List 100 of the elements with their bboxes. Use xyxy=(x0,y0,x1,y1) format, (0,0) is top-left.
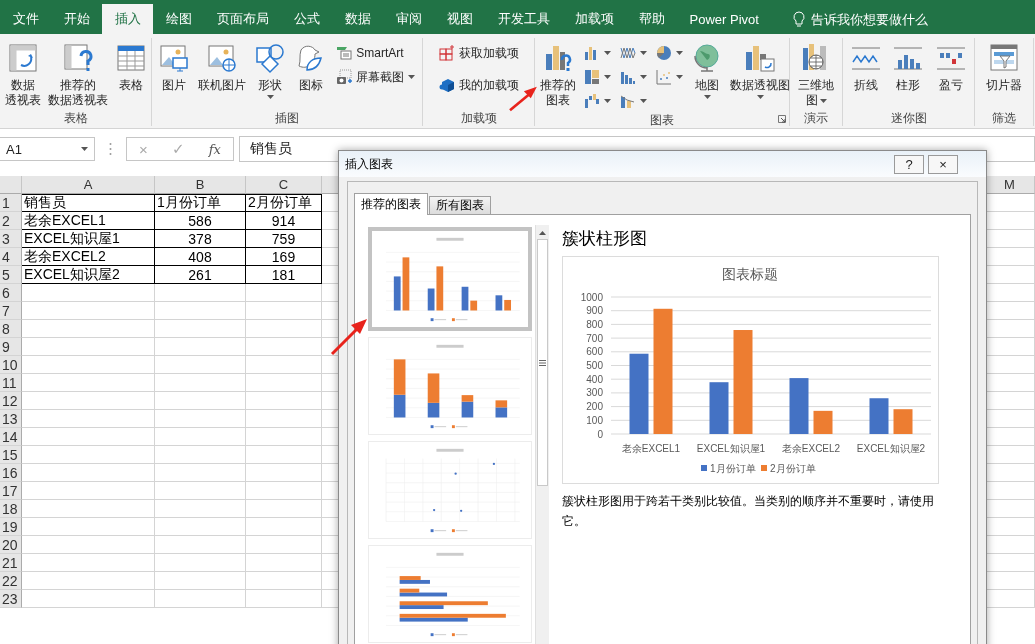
row-header[interactable]: 1 xyxy=(0,194,22,212)
ribbon-tab[interactable]: 审阅 xyxy=(383,4,434,34)
table-cell: EXCEL知识屋2 xyxy=(22,266,155,284)
name-box[interactable]: A1 xyxy=(0,137,95,161)
row-header[interactable]: 18 xyxy=(0,500,22,518)
table-cell: 378 xyxy=(155,230,246,248)
close-button[interactable]: × xyxy=(928,154,958,174)
dialog-tab[interactable]: 推荐的图表 xyxy=(354,193,428,215)
table-cell: 759 xyxy=(246,230,322,248)
ribbon-button[interactable]: 推荐的 数据透视表 xyxy=(45,40,111,110)
ribbon-tab[interactable]: 插入 xyxy=(102,4,153,34)
column-header[interactable]: C xyxy=(246,176,322,194)
row-header[interactable]: 21 xyxy=(0,554,22,572)
group-label: 表格 xyxy=(63,110,88,126)
table-cell: 老余EXCEL1 xyxy=(22,212,155,230)
ribbon-tab[interactable]: 加载项 xyxy=(562,4,626,34)
row-header[interactable]: 11 xyxy=(0,374,22,392)
shapes-icon xyxy=(254,42,287,74)
bar xyxy=(869,398,889,434)
row-header[interactable]: 8 xyxy=(0,320,22,338)
row-header[interactable]: 22 xyxy=(0,572,22,590)
row-header[interactable]: 14 xyxy=(0,428,22,446)
help-button[interactable]: ? xyxy=(894,154,924,174)
ribbon-tab[interactable]: 文件 xyxy=(0,4,51,34)
row-header[interactable]: 7 xyxy=(0,302,22,320)
ribbon-button[interactable]: 数据透视图 xyxy=(727,40,793,101)
ribbon-tab[interactable]: 开始 xyxy=(51,4,102,34)
picture-icon xyxy=(157,42,190,74)
caret-icon xyxy=(81,147,88,151)
ribbon-button[interactable]: 图片 xyxy=(154,40,193,95)
column-header[interactable]: A xyxy=(22,176,155,194)
table-cell: 销售员 xyxy=(22,194,155,212)
caret-icon xyxy=(703,95,711,99)
ribbon-button[interactable]: 联机图片 xyxy=(195,40,250,95)
caret-icon xyxy=(640,51,647,55)
ribbon-button[interactable]: 我的加载项 xyxy=(436,74,521,96)
group-label: 图表 xyxy=(650,112,674,128)
table-cell: 261 xyxy=(155,266,246,284)
chart-thumbnail[interactable] xyxy=(368,227,532,331)
row-header[interactable]: 15 xyxy=(0,446,22,464)
column-header[interactable]: B xyxy=(155,176,246,194)
tell-me-field[interactable]: 告诉我你想要做什么 xyxy=(809,10,974,28)
row-header[interactable]: 13 xyxy=(0,410,22,428)
ribbon-button[interactable]: 数据 透视表 xyxy=(2,40,44,110)
column-header[interactable]: M xyxy=(985,176,1035,194)
bar xyxy=(813,410,833,434)
ribbon-button[interactable]: 形状 xyxy=(251,40,290,101)
ribbon-button[interactable]: 获取加载项 xyxy=(436,42,521,64)
row-header[interactable]: 20 xyxy=(0,536,22,554)
ribbon-button[interactable]: 三维地 图 xyxy=(795,40,837,110)
ribbon-button[interactable]: 折线 xyxy=(846,40,885,95)
insert-function-button[interactable]: fx xyxy=(208,141,221,157)
line-chart-icon xyxy=(620,45,636,61)
ribbon-button[interactable]: 切片器 xyxy=(983,40,1025,95)
ribbon-button[interactable]: 推荐的 图表 xyxy=(537,40,579,110)
row-header[interactable]: 19 xyxy=(0,518,22,536)
bar xyxy=(789,378,809,434)
scroll-thumb[interactable] xyxy=(537,239,548,486)
row-header[interactable]: 9 xyxy=(0,338,22,356)
axis-tick-label: 400 xyxy=(586,373,603,385)
ribbon-tab[interactable]: 绘图 xyxy=(153,4,204,34)
row-header[interactable]: 6 xyxy=(0,284,22,302)
ribbon-button[interactable]: 柱形 xyxy=(889,40,928,95)
table-cell: 586 xyxy=(155,212,246,230)
ribbon-tab[interactable]: 开发工具 xyxy=(485,4,562,34)
row-header[interactable]: 2 xyxy=(0,212,22,230)
ribbon-tab[interactable]: 帮助 xyxy=(626,4,677,34)
dialog-launcher-icon[interactable] xyxy=(778,115,786,123)
row-header[interactable]: 16 xyxy=(0,464,22,482)
table-grid-icon xyxy=(115,42,147,74)
ribbon-tab[interactable]: 视图 xyxy=(434,4,485,34)
row-header[interactable]: 4 xyxy=(0,248,22,266)
pointer-arrow-icon xyxy=(330,318,368,356)
row-header[interactable]: 12 xyxy=(0,392,22,410)
row-header[interactable]: 17 xyxy=(0,482,22,500)
grip-icon xyxy=(539,359,546,366)
row-header[interactable]: 3 xyxy=(0,230,22,248)
slicer-icon xyxy=(988,42,1020,74)
row-header[interactable]: 23 xyxy=(0,590,22,608)
ribbon-button[interactable]: 屏幕截图 xyxy=(334,66,418,88)
row-header[interactable]: 5 xyxy=(0,266,22,284)
ribbon-button[interactable]: 盈亏 xyxy=(932,40,971,95)
ribbon-button[interactable]: SmartArt xyxy=(334,42,418,64)
ribbon-tab[interactable]: 页面布局 xyxy=(204,4,281,34)
ribbon-button[interactable]: 表格 xyxy=(112,40,150,95)
row-header[interactable]: 10 xyxy=(0,356,22,374)
ribbon-button[interactable]: 图标 xyxy=(291,40,330,95)
table-cell: 老余EXCEL2 xyxy=(22,248,155,266)
axis-tick-label: 0 xyxy=(597,428,603,440)
ribbon-tab[interactable]: 公式 xyxy=(281,4,332,34)
scroll-up-icon[interactable] xyxy=(539,231,546,235)
dialog-tab[interactable]: 所有图表 xyxy=(429,196,491,215)
caret-icon xyxy=(756,95,764,99)
ribbon-tab[interactable]: 数据 xyxy=(332,4,383,34)
category-label: 老余EXCEL1 xyxy=(621,443,681,454)
ribbon-tab[interactable]: Power Pivot xyxy=(677,4,772,34)
online-picture-icon xyxy=(206,42,239,74)
table-cell: 2月份订单 xyxy=(246,194,322,212)
scrollbar[interactable] xyxy=(535,225,549,644)
ribbon-button[interactable]: 地图 xyxy=(688,40,726,101)
